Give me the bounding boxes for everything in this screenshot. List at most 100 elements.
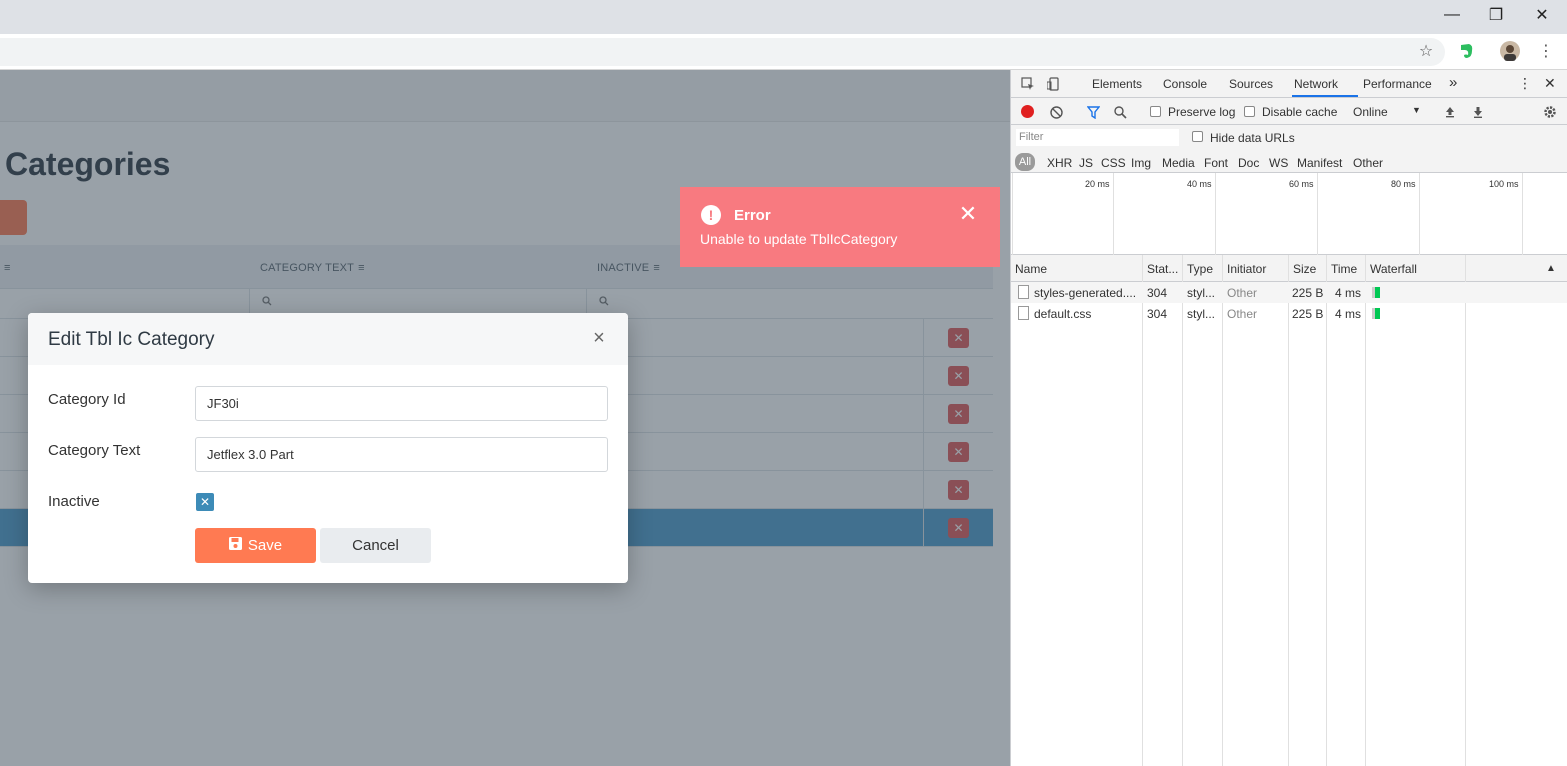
browser-toolbar: ☆ ⋮ [0,34,1567,70]
file-icon [1018,306,1029,320]
type-filter-js[interactable]: JS [1079,156,1093,170]
error-icon: ! [701,205,721,225]
category-id-input[interactable]: JF30i [195,386,608,421]
column-name[interactable]: Name [1015,262,1047,276]
request-name: styles-generated.... [1034,286,1137,300]
tab-performance[interactable]: Performance [1363,77,1432,91]
browser-titlebar: — ❐ ✕ [0,0,1567,34]
network-toolbar: Preserve log Disable cache Online ▼ [1011,98,1567,125]
timeline-tick: 20 ms [1085,179,1110,189]
request-row[interactable]: styles-generated.... 304 styl... Other 2… [1011,282,1567,303]
preserve-log-checkbox[interactable] [1150,106,1161,117]
network-filter-input[interactable]: Filter [1016,129,1179,146]
inspect-element-icon[interactable] [1019,75,1037,93]
address-bar[interactable] [0,38,1445,66]
type-filter-font[interactable]: Font [1204,156,1228,170]
waterfall-bar [1375,308,1380,319]
search-icon[interactable] [1111,103,1129,121]
type-filter-manifest[interactable]: Manifest [1297,156,1342,170]
type-filter-doc[interactable]: Doc [1238,156,1259,170]
profile-avatar[interactable] [1499,40,1521,62]
record-icon[interactable] [1021,105,1034,118]
export-har-icon[interactable] [1469,103,1487,121]
type-filter-ws[interactable]: WS [1269,156,1288,170]
column-time[interactable]: Time [1331,262,1357,276]
timeline-tick: 40 ms [1187,179,1212,189]
tab-sources[interactable]: Sources [1229,77,1273,91]
chevron-down-icon[interactable]: ▼ [1412,105,1421,115]
error-toast: ! Error Unable to update TblIcCategory ✕ [680,187,1000,267]
type-filter-css[interactable]: CSS [1101,156,1126,170]
throttling-select[interactable]: Online [1353,105,1388,119]
save-button[interactable]: Save [195,528,316,563]
inactive-checkbox[interactable]: ✕ [196,493,214,511]
type-filter-xhr[interactable]: XHR [1047,156,1072,170]
gear-icon[interactable] [1541,103,1559,121]
close-window-button[interactable]: ✕ [1522,4,1562,26]
evernote-icon[interactable] [1455,40,1477,62]
request-row[interactable]: default.css 304 styl... Other 225 B 4 ms [1011,303,1567,324]
file-icon [1018,285,1029,299]
hide-data-urls-checkbox[interactable] [1192,131,1203,142]
request-size: 225 B [1292,286,1324,300]
floppy-disk-icon [228,537,242,554]
tab-elements[interactable]: Elements [1092,77,1142,91]
column-size[interactable]: Size [1293,262,1316,276]
devtools-panel: Elements Console Sources Network Perform… [1010,70,1567,766]
category-text-input[interactable]: Jetflex 3.0 Part [195,437,608,472]
request-time: 4 ms [1335,307,1362,321]
devtools-menu-icon[interactable]: ⋮ [1518,75,1532,92]
disable-cache-checkbox[interactable] [1244,106,1255,117]
bookmark-star-icon[interactable]: ☆ [1415,40,1437,62]
type-filter-img[interactable]: Img [1131,156,1151,170]
type-filter-other[interactable]: Other [1353,156,1383,170]
request-status: 304 [1147,286,1168,300]
filter-icon[interactable] [1084,103,1102,121]
timeline-tick: 60 ms [1289,179,1314,189]
close-icon[interactable]: × [588,327,610,349]
tab-network[interactable]: Network [1294,77,1338,91]
import-har-icon[interactable] [1441,103,1459,121]
request-status: 304 [1147,307,1168,321]
browser-menu-icon[interactable]: ⋮ [1535,40,1557,62]
request-size: 225 B [1292,307,1324,321]
hide-data-urls-label: Hide data URLs [1210,131,1295,145]
dialog-header: Edit Tbl Ic Category × [28,313,628,365]
request-time: 4 ms [1335,286,1362,300]
toast-message: Unable to update TblIcCategory [700,231,898,247]
disable-cache-label: Disable cache [1262,105,1338,119]
request-name: default.css [1034,307,1092,321]
column-initiator[interactable]: Initiator [1227,262,1266,276]
devtools-tabbar: Elements Console Sources Network Perform… [1011,70,1567,98]
close-icon[interactable]: ✕ [957,201,979,226]
column-waterfall[interactable]: Waterfall [1370,262,1417,276]
preserve-log-label: Preserve log [1168,105,1236,119]
request-initiator: Other [1227,307,1258,321]
waterfall-bar [1375,287,1380,298]
clear-icon[interactable] [1047,103,1065,121]
column-status[interactable]: Stat... [1147,262,1178,276]
type-filter-media[interactable]: Media [1162,156,1195,170]
category-id-label: Category Id [48,391,126,408]
active-tab-indicator [1292,95,1358,97]
sort-ascending-icon[interactable]: ▲ [1546,263,1556,274]
request-type: styl... [1187,307,1216,321]
network-filterbar: Filter Hide data URLs All XHR JS CSS Img… [1011,125,1567,173]
network-overview-timeline[interactable]: 20 ms 40 ms 60 ms 80 ms 100 ms [1011,173,1567,255]
timeline-tick: 80 ms [1391,179,1416,189]
cancel-button[interactable]: Cancel [320,528,431,563]
tab-console[interactable]: Console [1163,77,1207,91]
network-table-header: Name Stat... Type Initiator Size Time Wa… [1011,255,1567,282]
device-toolbar-icon[interactable] [1045,75,1063,93]
type-filter-all[interactable]: All [1015,153,1035,171]
restore-button[interactable]: ❐ [1476,4,1516,26]
toast-title: Error [734,207,771,224]
save-label: Save [247,537,283,554]
column-type[interactable]: Type [1187,262,1213,276]
more-tabs-icon[interactable]: » [1449,74,1457,91]
minimize-button[interactable]: — [1432,4,1472,26]
timeline-tick: 100 ms [1489,179,1519,189]
edit-category-dialog: Edit Tbl Ic Category × Category Id JF30i… [28,313,628,583]
request-type: styl... [1187,286,1216,300]
close-devtools-icon[interactable]: ✕ [1544,75,1556,92]
